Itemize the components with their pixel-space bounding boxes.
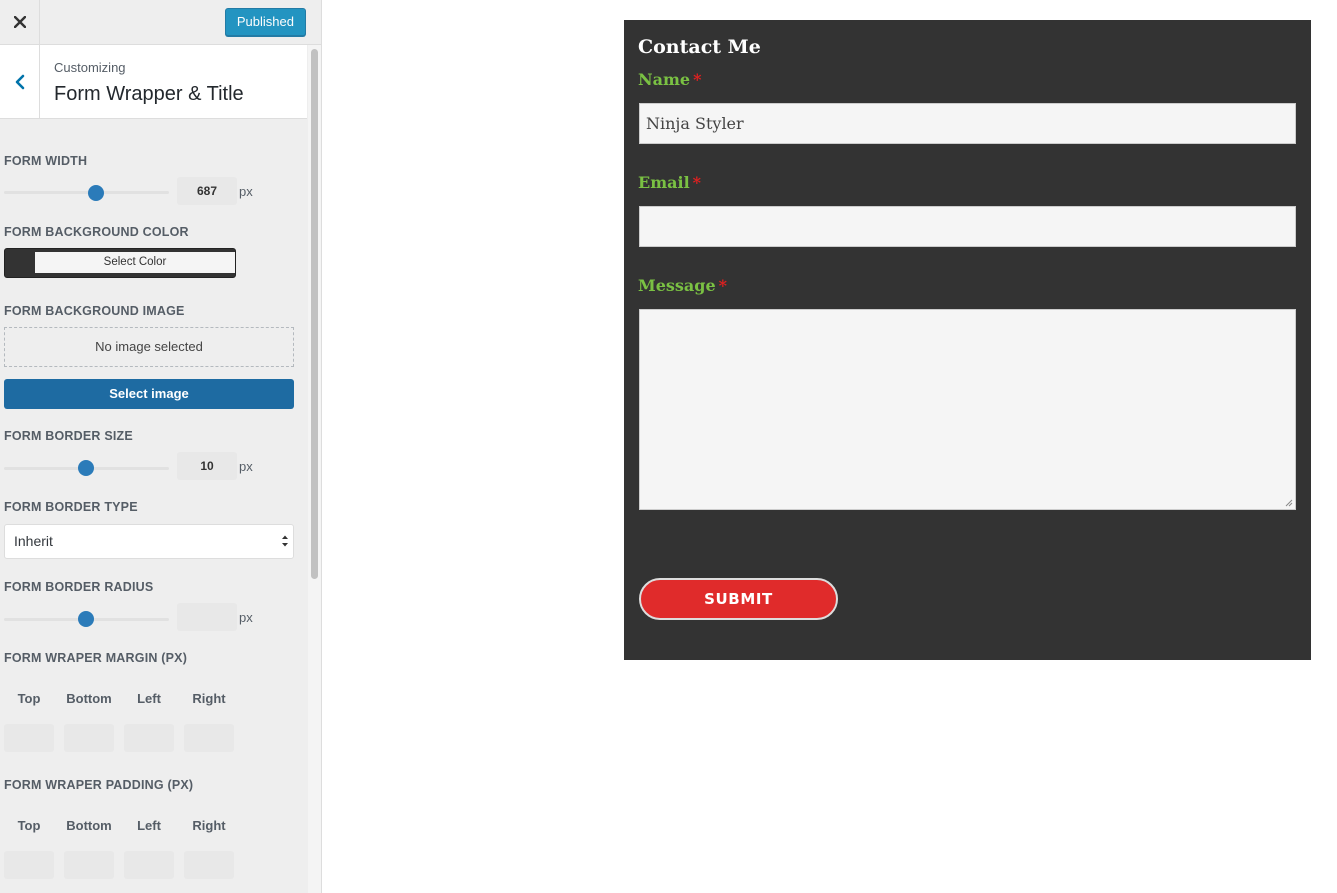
form-border-radius-label: FORM BORDER RADIUS (4, 580, 154, 594)
name-input[interactable]: Ninja Styler (639, 103, 1296, 144)
required-mark: * (692, 173, 702, 192)
form-border-type-label: FORM BORDER TYPE (4, 500, 138, 514)
select-arrows-icon (282, 535, 288, 547)
form-padding-label: FORM WRAPER PADDING (PX) (4, 778, 194, 792)
form-width-input[interactable]: 687 (177, 177, 237, 205)
customizer-sidebar: Published Customizing Form Wrapper & Tit… (0, 0, 322, 893)
form-margin-label: FORM WRAPER MARGIN (PX) (4, 651, 188, 665)
margin-left-input[interactable] (124, 724, 174, 752)
email-input[interactable] (639, 206, 1296, 247)
border-size-slider-thumb[interactable] (78, 460, 94, 476)
customizing-label: Customizing (54, 60, 126, 75)
form-bg-image-label: FORM BACKGROUND IMAGE (4, 304, 185, 318)
select-color-button[interactable]: Select Color (4, 248, 236, 278)
form-width-unit: px (239, 184, 253, 199)
margin-bottom-label: Bottom (66, 691, 112, 706)
back-button[interactable] (0, 45, 40, 118)
close-button[interactable] (0, 0, 40, 44)
select-image-button[interactable]: Select image (4, 379, 294, 409)
section-title: Form Wrapper & Title (54, 83, 244, 105)
form-width-slider-track[interactable] (4, 191, 169, 194)
select-color-label: Select Color (35, 252, 235, 273)
published-button[interactable]: Published (224, 8, 306, 36)
margin-right-input[interactable] (184, 724, 234, 752)
form-width-slider-thumb[interactable] (88, 185, 104, 201)
form-title: Contact Me (638, 36, 761, 58)
submit-button[interactable]: SUBMIT (639, 578, 838, 620)
border-type-selected: Inherit (14, 533, 53, 549)
form-width-label: FORM WIDTH (4, 154, 88, 168)
required-mark: * (718, 276, 728, 295)
name-field-label: Name * (638, 70, 701, 89)
chevron-left-icon (15, 74, 24, 89)
padding-bottom-label: Bottom (66, 818, 112, 833)
padding-top-label: Top (17, 818, 41, 833)
email-field-label: Email * (638, 173, 701, 192)
no-image-placeholder: No image selected (4, 327, 294, 367)
padding-bottom-input[interactable] (64, 851, 114, 879)
border-radius-input[interactable] (177, 603, 237, 631)
padding-right-label: Right (192, 818, 226, 833)
form-preview: Contact Me Name * Ninja Styler Email * Mes… (624, 20, 1311, 660)
margin-left-label: Left (137, 691, 161, 706)
section-header: Customizing Form Wrapper & Title (0, 45, 307, 119)
customizer-header: Published (0, 0, 321, 45)
margin-top-label: Top (17, 691, 41, 706)
email-label-text: Email (638, 173, 690, 192)
sidebar-scroll-thumb[interactable] (311, 49, 318, 579)
required-mark: * (693, 70, 702, 89)
border-radius-unit: px (239, 610, 253, 625)
padding-left-input[interactable] (124, 851, 174, 879)
message-label-text: Message (638, 276, 716, 295)
name-input-value: Ninja Styler (646, 114, 744, 133)
padding-right-input[interactable] (184, 851, 234, 879)
message-textarea[interactable] (639, 309, 1296, 510)
close-icon (13, 16, 26, 28)
message-field-label: Message * (638, 276, 727, 295)
form-bg-color-label: FORM BACKGROUND COLOR (4, 225, 189, 239)
resize-handle-icon[interactable] (1285, 499, 1293, 507)
border-size-unit: px (239, 459, 253, 474)
border-type-select[interactable]: Inherit (4, 524, 294, 559)
padding-left-label: Left (137, 818, 161, 833)
form-border-size-label: FORM BORDER SIZE (4, 429, 133, 443)
padding-top-input[interactable] (4, 851, 54, 879)
border-radius-slider-thumb[interactable] (78, 611, 94, 627)
border-size-input[interactable]: 10 (177, 452, 237, 480)
name-label-text: Name (638, 70, 691, 89)
sidebar-scrollbar[interactable] (308, 45, 321, 893)
margin-bottom-input[interactable] (64, 724, 114, 752)
margin-top-input[interactable] (4, 724, 54, 752)
margin-right-label: Right (192, 691, 226, 706)
